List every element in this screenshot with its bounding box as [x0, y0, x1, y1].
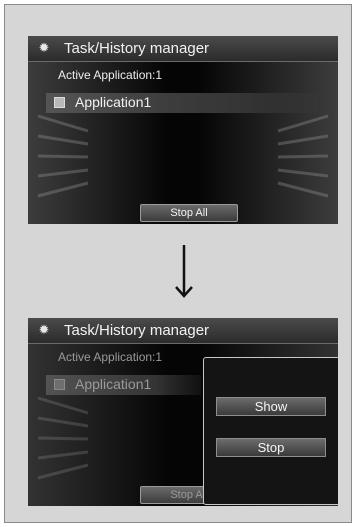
stop-all-button[interactable]: Stop All [140, 204, 238, 222]
active-application-count: Active Application:1 [58, 68, 163, 82]
application-label: Application1 [75, 376, 152, 392]
title-bar: ✹ Task/History manager [28, 318, 338, 344]
list-item-application1[interactable]: Application1 [46, 375, 201, 395]
screen-before: ✹ Task/History manager Active Applicatio… [28, 36, 338, 224]
gear-icon: ✹ [38, 41, 50, 56]
down-arrow-icon [175, 245, 193, 298]
checkbox-icon[interactable] [54, 97, 65, 108]
active-application-count: Active Application:1 [58, 350, 163, 364]
list-item-application1[interactable]: Application1 [46, 93, 318, 113]
screen-after: ✹ Task/History manager Active Applicatio… [28, 318, 338, 506]
action-popup: Show Stop [203, 357, 338, 505]
page-title: Task/History manager [64, 40, 210, 57]
title-bar: ✹ Task/History manager [28, 36, 338, 62]
gear-icon: ✹ [38, 323, 50, 338]
corridor-background [28, 62, 338, 224]
stop-button[interactable]: Stop [216, 438, 326, 457]
show-button[interactable]: Show [216, 397, 326, 416]
page-title: Task/History manager [64, 322, 210, 339]
application-label: Application1 [75, 94, 152, 110]
checkbox-icon[interactable] [54, 379, 65, 390]
figure-frame: ✹ Task/History manager Active Applicatio… [4, 4, 352, 523]
